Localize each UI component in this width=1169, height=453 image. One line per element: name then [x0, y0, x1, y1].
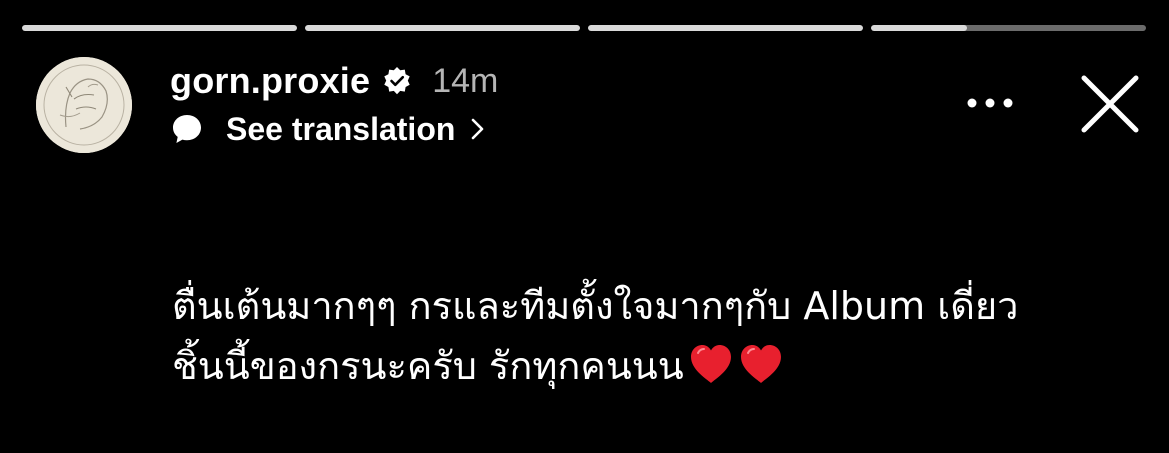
avatar-sketch-icon [36, 57, 132, 153]
heart-emoji-icon [688, 343, 734, 385]
progress-fill [305, 25, 580, 31]
caption-line-2-text: ชิ้นนี้ของกรนะครับ รักทุกคนนน [172, 344, 684, 388]
more-options-icon [967, 98, 1013, 108]
heart-emoji-icon [738, 343, 784, 385]
progress-fill [871, 25, 968, 31]
story-viewer: gorn.proxie 14m See translation ตื่นเต้น… [0, 0, 1169, 453]
chevron-right-icon [469, 117, 487, 141]
story-progress-bar [22, 25, 1146, 31]
story-header: gorn.proxie 14m [170, 58, 498, 104]
see-translation-link[interactable]: See translation [170, 108, 487, 150]
progress-segment [588, 25, 863, 31]
close-icon [1081, 75, 1139, 133]
story-caption: ตื่นเต้นมากๆๆ กรและทีมตั้งใจมากๆกับ Albu… [172, 276, 1072, 396]
caption-line-2: ชิ้นนี้ของกรนะครับ รักทุกคนนน [172, 336, 1072, 396]
close-button[interactable] [1078, 72, 1142, 136]
progress-fill [588, 25, 863, 31]
post-time: 14m [432, 61, 499, 100]
caption-line-1: ตื่นเต้นมากๆๆ กรและทีมตั้งใจมากๆกับ Albu… [172, 284, 1019, 328]
progress-fill [22, 25, 297, 31]
more-options-button[interactable] [964, 88, 1016, 118]
verified-badge-icon [382, 66, 412, 96]
avatar[interactable] [36, 57, 132, 153]
progress-segment [22, 25, 297, 31]
progress-segment [871, 25, 1146, 31]
progress-segment [305, 25, 580, 31]
chat-bubble-icon [170, 112, 204, 146]
username[interactable]: gorn.proxie [170, 60, 370, 102]
translation-label: See translation [226, 110, 456, 147]
